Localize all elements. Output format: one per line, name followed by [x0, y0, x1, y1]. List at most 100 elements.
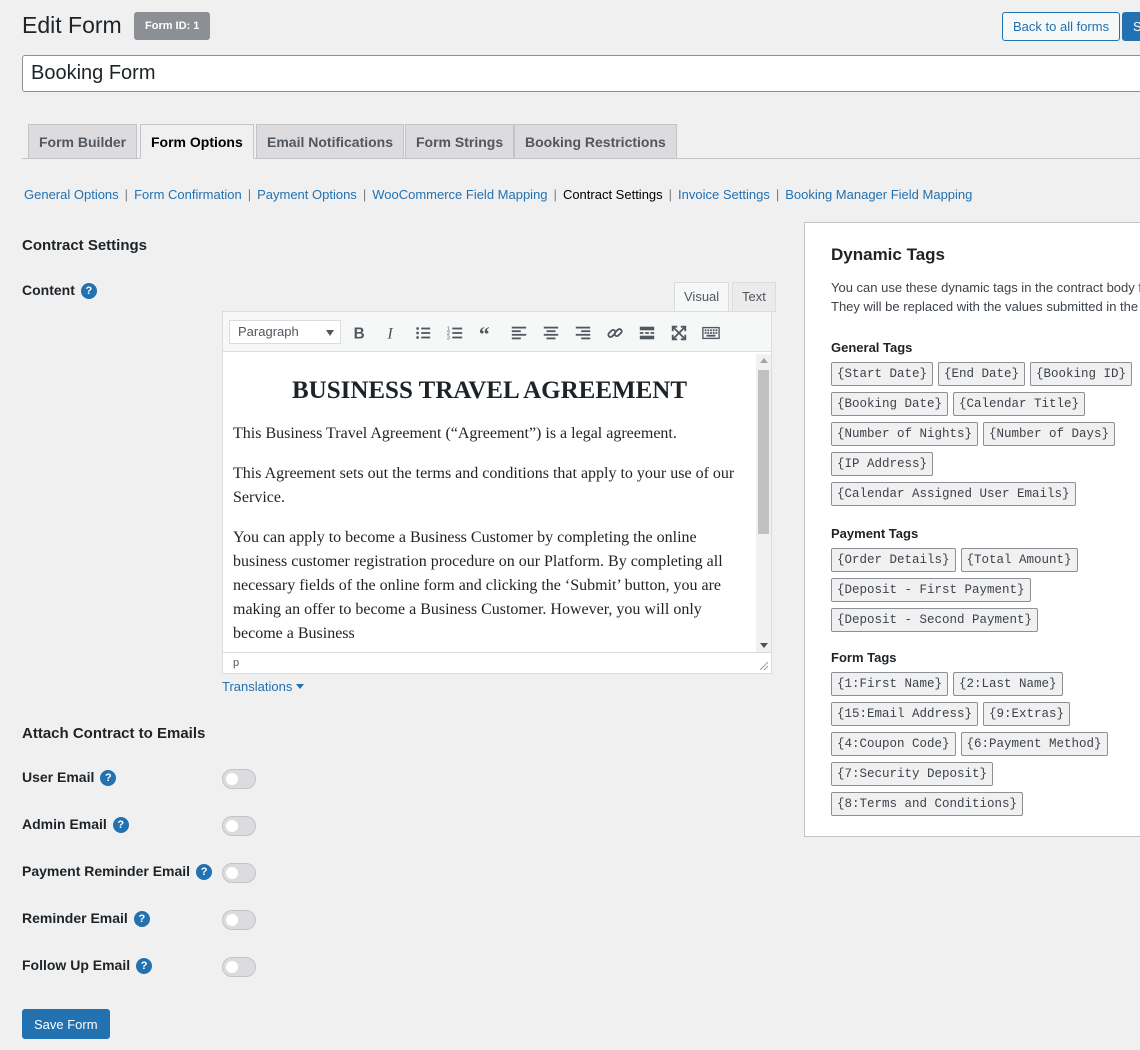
- save-form-button[interactable]: Save Form: [22, 1009, 110, 1039]
- svg-text:B: B: [354, 325, 365, 342]
- follow-up-email-toggle[interactable]: [222, 957, 256, 977]
- help-icon[interactable]: ?: [80, 283, 97, 299]
- general-tags-list: {Start Date} {End Date} {Booking ID} {Bo…: [831, 362, 1140, 512]
- svg-text:I: I: [386, 324, 394, 342]
- help-icon[interactable]: ?: [136, 958, 153, 974]
- admin-email-label-text: Admin Email: [22, 816, 107, 832]
- subnav-payment-options[interactable]: Payment Options: [257, 187, 357, 202]
- dynamic-tag[interactable]: {Deposit - Second Payment}: [831, 608, 1039, 632]
- scroll-up-icon[interactable]: [760, 358, 768, 363]
- page-title: Edit Form: [22, 12, 122, 38]
- subnav-general-options[interactable]: General Options: [24, 187, 119, 202]
- save-form-top-button[interactable]: S: [1122, 12, 1140, 41]
- payment-reminder-email-label: Payment Reminder Email?: [22, 863, 213, 880]
- blockquote-icon[interactable]: “: [474, 320, 500, 346]
- italic-icon[interactable]: I: [378, 320, 404, 346]
- content-label: Content?: [22, 282, 97, 299]
- dynamic-tag[interactable]: {Booking Date}: [831, 392, 949, 416]
- help-icon[interactable]: ?: [100, 770, 117, 786]
- tab-form-strings[interactable]: Form Strings: [405, 124, 515, 159]
- dynamic-tag[interactable]: {9:Extras}: [983, 702, 1071, 726]
- align-right-icon[interactable]: [570, 320, 596, 346]
- dynamic-tag[interactable]: {Calendar Title}: [953, 392, 1086, 416]
- tab-booking-restrictions[interactable]: Booking Restrictions: [514, 124, 677, 159]
- dynamic-tag[interactable]: {Number of Days}: [983, 422, 1116, 446]
- dynamic-tag[interactable]: {End Date}: [938, 362, 1026, 386]
- subnav-invoice-settings[interactable]: Invoice Settings: [678, 187, 770, 202]
- tab-form-options[interactable]: Form Options: [140, 124, 254, 159]
- dynamic-tag[interactable]: {6:Payment Method}: [960, 732, 1108, 756]
- toggle-knob: [226, 773, 238, 785]
- contract-settings-heading: Contract Settings: [22, 237, 148, 254]
- user-email-toggle[interactable]: [222, 769, 256, 789]
- editor-scrollbar[interactable]: [756, 354, 771, 652]
- follow-up-email-label: Follow Up Email?: [22, 957, 153, 974]
- dynamic-tag[interactable]: {Order Details}: [831, 548, 956, 572]
- dynamic-tag[interactable]: {Start Date}: [831, 362, 934, 386]
- agreement-paragraph: This Agreement sets out the terms and co…: [233, 465, 735, 506]
- dynamic-tag[interactable]: {Deposit - First Payment}: [831, 578, 1031, 602]
- dynamic-tag[interactable]: {Calendar Assigned User Emails}: [831, 482, 1076, 506]
- dynamic-tag[interactable]: {Booking ID}: [1030, 362, 1133, 386]
- bullet-list-icon[interactable]: [410, 320, 436, 346]
- admin-email-toggle[interactable]: [222, 816, 256, 836]
- toggle-knob: [226, 961, 238, 973]
- dynamic-tag[interactable]: {8:Terms and Conditions}: [831, 792, 1024, 816]
- form-title-input[interactable]: Booking Form: [22, 55, 1140, 92]
- dynamic-tag[interactable]: {15:Email Address}: [831, 702, 979, 726]
- agreement-heading: BUSINESS TRAVEL AGREEMENT: [291, 377, 688, 404]
- follow-up-email-label-text: Follow Up Email: [22, 957, 131, 973]
- sub-navigation: General Options | Form Confirmation | Paymen…: [24, 187, 973, 202]
- subnav-booking-manager-field-mapping[interactable]: Booking Manager Field Mapping: [785, 187, 972, 202]
- toggle-knob: [226, 914, 238, 926]
- back-to-all-forms-button[interactable]: Back to all forms: [1002, 12, 1121, 41]
- align-left-icon[interactable]: [506, 320, 532, 346]
- toolbar-toggle-icon[interactable]: [698, 320, 724, 346]
- tab-form-builder[interactable]: Form Builder: [28, 124, 138, 159]
- bold-icon[interactable]: B: [346, 320, 372, 346]
- content-editor: Paragraph B I 123 “ BUSINESS TRAVEL AGRE…: [222, 311, 772, 674]
- dynamic-tag[interactable]: {Number of Nights}: [831, 422, 979, 446]
- subnav-woocommerce-field-mapping[interactable]: WooCommerce Field Mapping: [372, 187, 547, 202]
- translations-label: Translations: [222, 679, 293, 694]
- form-id-badge: Form ID: 1: [134, 12, 211, 40]
- dynamic-tag[interactable]: {2:Last Name}: [953, 672, 1063, 696]
- tab-email-notifications[interactable]: Email Notifications: [256, 124, 405, 159]
- dynamic-tag[interactable]: {Total Amount}: [960, 548, 1078, 572]
- svg-text:“: “: [479, 324, 490, 342]
- content-label-text: Content: [22, 282, 75, 298]
- help-icon[interactable]: ?: [133, 911, 150, 927]
- fullscreen-icon[interactable]: [666, 320, 692, 346]
- translations-link[interactable]: Translations: [222, 679, 305, 694]
- reminder-email-label-text: Reminder Email: [22, 910, 128, 926]
- scroll-thumb[interactable]: [758, 370, 769, 534]
- dynamic-tag[interactable]: {IP Address}: [831, 452, 934, 476]
- help-icon[interactable]: ?: [196, 864, 213, 880]
- editor-tab-text[interactable]: Text: [732, 282, 776, 312]
- dynamic-tags-description: You can use these dynamic tags in the co…: [831, 278, 1140, 316]
- dynamic-tag[interactable]: {7:Security Deposit}: [831, 762, 994, 786]
- reminder-email-toggle[interactable]: [222, 910, 256, 930]
- scroll-down-icon[interactable]: [760, 643, 768, 648]
- dynamic-tag[interactable]: {4:Coupon Code}: [831, 732, 956, 756]
- link-icon[interactable]: [602, 320, 628, 346]
- caret-down-icon: [296, 684, 305, 689]
- read-more-icon[interactable]: [634, 320, 660, 346]
- reminder-email-label: Reminder Email?: [22, 910, 150, 927]
- align-center-icon[interactable]: [538, 320, 564, 346]
- subnav-contract-settings: Contract Settings: [562, 187, 663, 202]
- dynamic-tag[interactable]: {1:First Name}: [831, 672, 949, 696]
- help-icon[interactable]: ?: [112, 817, 129, 833]
- resize-handle-icon[interactable]: [760, 662, 768, 670]
- numbered-list-icon[interactable]: 123: [442, 320, 468, 346]
- format-select[interactable]: Paragraph: [229, 320, 341, 344]
- subnav-form-confirmation[interactable]: Form Confirmation: [134, 187, 242, 202]
- payment-reminder-email-toggle[interactable]: [222, 863, 256, 883]
- editor-toolbar: Paragraph B I 123 “: [223, 312, 771, 352]
- description-line: You can use these dynamic tags in the co…: [831, 280, 1140, 295]
- agreement-paragraph: You can apply to become a Business Custo…: [233, 529, 723, 642]
- user-email-label-text: User Email: [22, 769, 95, 785]
- editor-tab-visual[interactable]: Visual: [674, 282, 730, 312]
- editor-content[interactable]: BUSINESS TRAVEL AGREEMENT This Business …: [223, 354, 756, 652]
- user-email-label: User Email?: [22, 769, 117, 786]
